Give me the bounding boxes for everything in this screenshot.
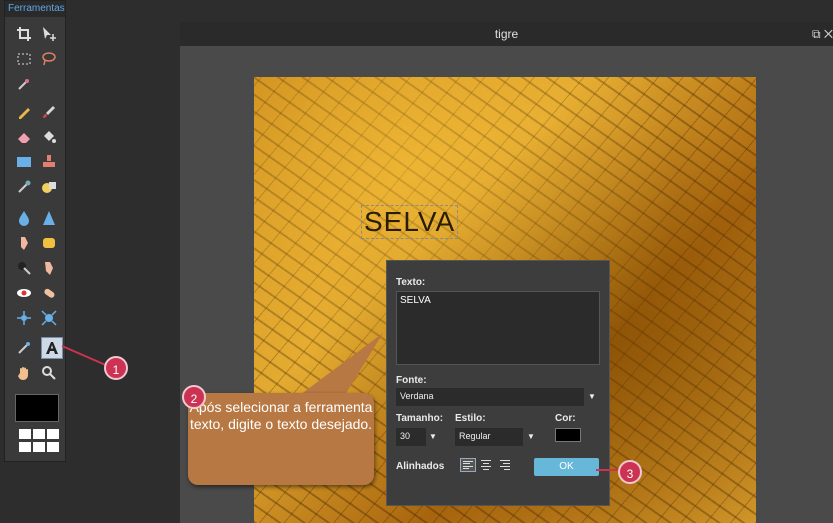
tools-panel-title: Ferramentas — [5, 1, 65, 17]
pinch-icon[interactable] — [38, 307, 60, 329]
spot-heal-icon[interactable] — [38, 282, 60, 304]
type-tool-icon[interactable] — [41, 337, 63, 359]
burn-icon[interactable] — [38, 257, 60, 279]
crop-tool-icon[interactable] — [13, 23, 35, 45]
size-select[interactable]: 30 — [396, 428, 426, 446]
style-select[interactable]: Regular — [455, 428, 523, 446]
document-title-bar: tigre ⧉ ✕ — [180, 22, 833, 46]
eraser-icon[interactable] — [13, 126, 35, 148]
grid-icon[interactable] — [19, 429, 61, 453]
document-title: tigre — [494, 27, 519, 41]
paint-bucket-icon[interactable] — [38, 126, 60, 148]
align-left-icon[interactable] — [460, 458, 476, 472]
clone-stamp-icon[interactable] — [38, 151, 60, 173]
tutorial-callout: Após selecionar a ferramenta texto, digi… — [188, 393, 374, 485]
screen: Ferramentas tigre ⧉ ✕ SELVA Texto: SELVA… — [0, 0, 833, 523]
font-select[interactable]: Verdana — [396, 388, 584, 406]
canvas-text-layer[interactable]: SELVA — [361, 205, 459, 239]
size-dropdown-arrow-icon[interactable]: ▼ — [429, 432, 437, 441]
style-dropdown-arrow-icon[interactable]: ▼ — [527, 432, 535, 441]
move-tool-icon[interactable] — [38, 23, 60, 45]
dodge-icon[interactable] — [13, 257, 35, 279]
magic-wand-icon[interactable] — [13, 73, 35, 95]
red-eye-icon[interactable] — [13, 282, 35, 304]
color-label: Cor: — [555, 413, 576, 424]
brush-icon[interactable] — [38, 101, 60, 123]
zoom-icon[interactable] — [38, 362, 60, 384]
style-label: Estilo: — [455, 413, 486, 424]
align-center-icon[interactable] — [479, 458, 495, 472]
text-dialog: Texto: SELVA Fonte: Verdana ▼ Tamanho: 3… — [386, 260, 610, 506]
text-label: Texto: — [396, 277, 426, 288]
hand-icon[interactable] — [13, 362, 35, 384]
tools-panel: Ferramentas — [4, 0, 66, 462]
align-right-icon[interactable] — [498, 458, 514, 472]
color-replace-icon[interactable] — [13, 176, 35, 198]
font-label: Fonte: — [396, 375, 427, 386]
lasso-icon[interactable] — [38, 48, 60, 70]
sponge-icon[interactable] — [38, 232, 60, 254]
callout-text: Após selecionar a ferramenta texto, digi… — [189, 399, 373, 432]
font-dropdown-arrow-icon[interactable]: ▼ — [588, 392, 596, 401]
text-input[interactable]: SELVA — [396, 291, 600, 365]
color-picker-icon[interactable] — [13, 337, 35, 359]
marquee-select-icon[interactable] — [13, 48, 35, 70]
step-badge-3: 3 — [618, 460, 642, 484]
drawing-icon[interactable] — [38, 176, 60, 198]
align-label: Alinhados — [396, 461, 445, 472]
text-color-swatch[interactable] — [555, 428, 581, 442]
sharpen-icon[interactable] — [38, 207, 60, 229]
bloat-icon[interactable] — [13, 307, 35, 329]
blur-icon[interactable] — [13, 207, 35, 229]
size-label: Tamanho: — [396, 413, 444, 424]
smudge-icon[interactable] — [13, 232, 35, 254]
gradient-icon[interactable] — [13, 151, 35, 173]
window-controls-icon[interactable]: ⧉ ✕ — [812, 22, 833, 46]
step-badge-2: 2 — [182, 385, 206, 409]
foreground-color-swatch[interactable] — [15, 394, 59, 422]
pencil-icon[interactable] — [13, 101, 35, 123]
step-badge-1: 1 — [104, 356, 128, 380]
ok-button[interactable]: OK — [534, 458, 599, 476]
